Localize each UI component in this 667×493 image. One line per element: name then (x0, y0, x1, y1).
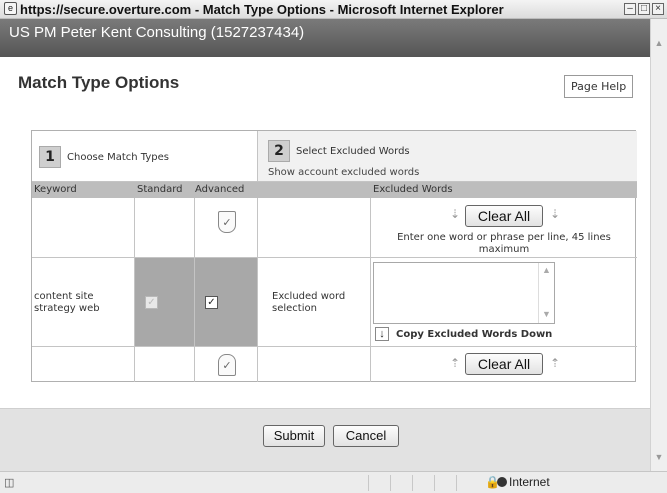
scroll-down-icon[interactable]: ▼ (542, 309, 551, 319)
browser-title-bar: e https://secure.overture.com - Match Ty… (0, 0, 667, 19)
scroll-up-icon[interactable]: ▲ (542, 265, 551, 275)
ie-logo-icon: e (4, 2, 17, 15)
excluded-hint: Enter one word or phrase per line, 45 li… (397, 232, 611, 255)
arrow-down-icon: ⇣ (450, 207, 461, 221)
copy-excluded-words-down-link[interactable]: Copy Excluded Words Down (396, 329, 552, 340)
excluded-words-textarea[interactable]: ▲ ▼ (373, 262, 555, 324)
col-excluded: Excluded Words (373, 184, 453, 195)
excluded-label: Excluded word selection (272, 291, 346, 314)
status-bar: ◫ 🔒 Internet (0, 471, 667, 493)
clear-all-bottom-button[interactable]: Clear All (465, 353, 543, 375)
window-title: https://secure.overture.com - Match Type… (20, 2, 504, 17)
arrow-up-icon: ⇡ (550, 356, 561, 370)
keyword-text: content site strategy web (34, 291, 100, 314)
standard-cell (135, 258, 195, 347)
step1-number: 1 (39, 146, 61, 168)
bottom-standard-cell (135, 347, 195, 382)
status-divider (368, 475, 369, 491)
scroll-up-icon[interactable]: ▲ (653, 37, 665, 49)
page-title: Match Type Options (18, 73, 180, 92)
step2-header: 2 Select Excluded Words (268, 140, 410, 162)
account-bar: US PM Peter Kent Consulting (1527237434) (0, 19, 650, 57)
security-zone-label: Internet (509, 475, 550, 489)
textarea-scrollbar[interactable]: ▲ ▼ (538, 263, 554, 323)
status-divider (390, 475, 391, 491)
status-divider (456, 475, 457, 491)
status-divider (412, 475, 413, 491)
top-keyword-cell (32, 198, 135, 258)
col-standard: Standard (137, 184, 183, 195)
maximize-button[interactable]: □ (638, 3, 650, 15)
minimize-button[interactable]: – (624, 3, 636, 15)
arrow-up-icon: ⇡ (450, 356, 461, 370)
step1-header: 1 Choose Match Types (39, 146, 169, 168)
submit-button[interactable]: Submit (263, 425, 325, 447)
page-status-icon: ◫ (4, 477, 15, 489)
match-type-table: 1 Choose Match Types 2 Select Excluded Wor… (31, 130, 637, 382)
show-account-excluded-link[interactable]: Show account excluded words (268, 167, 419, 178)
step1-label: Choose Match Types (67, 152, 169, 163)
bottom-label-cell (258, 347, 371, 382)
copy-down-arrow-icon[interactable]: ↓ (375, 327, 389, 341)
standard-checkbox: ✓ (145, 296, 158, 309)
clear-all-top-button[interactable]: Clear All (465, 205, 543, 227)
column-header-row (32, 182, 637, 198)
status-divider (434, 475, 435, 491)
step2-label: Select Excluded Words (296, 146, 410, 157)
step2-number: 2 (268, 140, 290, 162)
action-bar: Submit Cancel (0, 408, 650, 471)
top-label-cell (258, 198, 371, 258)
page-help-button[interactable]: Page Help (564, 75, 634, 98)
col-advanced: Advanced (195, 184, 245, 195)
advanced-checkbox[interactable]: ✓ (205, 296, 218, 309)
top-standard-cell (135, 198, 195, 258)
bottom-keyword-cell (32, 347, 135, 382)
col-keyword: Keyword (34, 184, 77, 195)
arrow-down-icon: ⇣ (550, 207, 561, 221)
close-button[interactable]: × (652, 3, 664, 15)
scroll-down-icon[interactable]: ▼ (653, 451, 665, 463)
globe-icon (497, 477, 507, 487)
select-all-advanced-bottom-icon[interactable]: ✓ (218, 354, 236, 376)
cancel-button[interactable]: Cancel (333, 425, 399, 447)
select-all-advanced-icon[interactable]: ✓ (218, 211, 236, 233)
vertical-scrollbar[interactable]: ▲ ▼ (650, 19, 667, 471)
account-label: US PM Peter Kent Consulting (1527237434) (9, 24, 305, 41)
